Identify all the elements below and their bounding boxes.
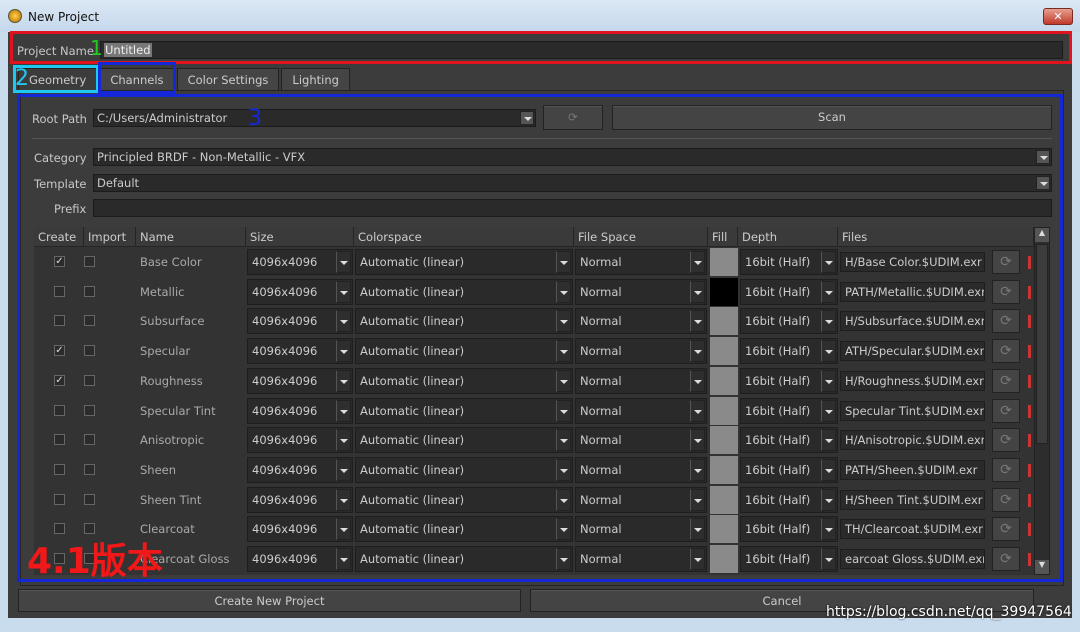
annotation-box-1	[10, 31, 1072, 64]
annotation-number-1: 1	[90, 36, 103, 60]
tab-lighting[interactable]: Lighting	[281, 68, 350, 90]
annotation-box-channels	[98, 62, 176, 94]
app-icon	[8, 9, 22, 23]
watermark: https://blog.csdn.net/qq_39947564	[826, 604, 1072, 620]
version-annotation: 4.1版本	[27, 541, 163, 582]
annotation-number-2: 2	[15, 66, 29, 91]
title-bar: New Project ✕	[0, 0, 1080, 32]
window-title: New Project	[28, 10, 100, 24]
close-button[interactable]: ✕	[1043, 8, 1073, 25]
annotation-number-3: 3	[248, 106, 262, 131]
annotation-box-3	[17, 94, 1063, 582]
tab-color-settings[interactable]: Color Settings	[176, 68, 280, 90]
create-new-project-button[interactable]: Create New Project	[18, 589, 521, 612]
